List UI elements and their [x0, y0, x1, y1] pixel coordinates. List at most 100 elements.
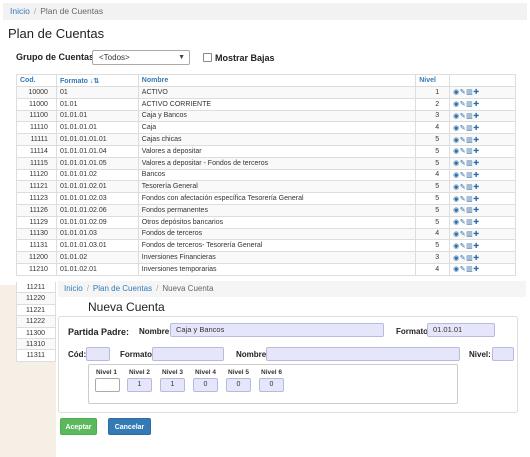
- formato-input[interactable]: [152, 347, 224, 361]
- table-row[interactable]: 11111 01.01.01.01.01 Cajas chicas 5 ◉✎▥✚: [16, 133, 516, 146]
- hidden-row-cod: 11310: [16, 338, 56, 351]
- cell-formato: 01.01.01.03: [55, 227, 139, 241]
- add-icon[interactable]: ✚: [473, 207, 479, 214]
- hidden-row-cod: 11220: [16, 293, 56, 305]
- accept-button[interactable]: Aceptar: [60, 418, 97, 435]
- view-icon[interactable]: ◉: [453, 89, 460, 96]
- view-icon[interactable]: ◉: [453, 266, 460, 273]
- column-header-formato[interactable]: Formato ↓⇅: [55, 74, 139, 87]
- row-actions: ◉✎▥✚: [453, 184, 479, 191]
- table-row[interactable]: 11123 01.01.01.02.03 Fondos con afectación…: [16, 192, 516, 205]
- add-icon[interactable]: ✚: [473, 160, 479, 167]
- cell-formato: 01.01.01.01.01: [55, 133, 139, 146]
- breadcrumb-separator: /: [33, 6, 37, 16]
- view-icon[interactable]: ◉: [453, 196, 460, 203]
- cell-nivel: 5: [415, 203, 451, 217]
- cell-nombre: Otros depósitos bancarios: [137, 215, 417, 229]
- nivel-input[interactable]: [492, 347, 514, 361]
- cod-input[interactable]: [86, 347, 110, 361]
- add-icon[interactable]: ✚: [473, 148, 479, 155]
- add-icon[interactable]: ✚: [473, 113, 479, 120]
- table-row[interactable]: 11210 01.01.02.01 Inversiones temporarias 4…: [16, 262, 516, 276]
- table-row[interactable]: 11110 01.01.01.01 Caja 4 ◉✎▥✚: [16, 121, 516, 135]
- view-icon[interactable]: ◉: [453, 101, 460, 108]
- table-row[interactable]: 11120 01.01.01.02 Bancos 4 ◉✎▥✚: [16, 168, 516, 182]
- table-row[interactable]: 11115 01.01.01.01.05 Valores a depositar -…: [16, 156, 516, 170]
- table-row[interactable]: 11121 01.01.01.02.01 Tesorería General 5 ◉✎▥…: [16, 180, 516, 194]
- add-icon[interactable]: ✚: [473, 255, 479, 262]
- table-row[interactable]: 11130 01.01.01.03 Fondos de terceros 4 ◉✎▥✚: [16, 227, 516, 241]
- view-icon[interactable]: ◉: [453, 160, 460, 167]
- view-icon[interactable]: ◉: [453, 255, 460, 262]
- row-actions: ◉✎▥✚: [453, 137, 479, 144]
- view-icon[interactable]: ◉: [453, 219, 460, 226]
- add-icon[interactable]: ✚: [473, 243, 479, 250]
- row-actions: ◉✎▥✚: [453, 101, 479, 108]
- view-icon[interactable]: ◉: [453, 113, 460, 120]
- cell-nivel: 5: [415, 156, 451, 170]
- table-header-row: Cod. Formato ↓⇅ Nombre Nivel: [16, 74, 516, 87]
- cell-cod: 11126: [16, 203, 57, 217]
- level-6-input[interactable]: 0: [259, 378, 284, 392]
- view-icon[interactable]: ◉: [453, 243, 460, 250]
- breadcrumb-current: Plan de Cuentas: [40, 6, 104, 16]
- cell-nivel: 5: [415, 180, 451, 194]
- add-icon[interactable]: ✚: [473, 219, 479, 226]
- row-actions: ◉✎▥✚: [453, 172, 479, 179]
- view-icon[interactable]: ◉: [453, 207, 460, 214]
- level-4-input[interactable]: 0: [193, 378, 218, 392]
- level-3-label: Nivel 3: [162, 369, 183, 376]
- nombre-input[interactable]: [266, 347, 460, 361]
- view-icon[interactable]: ◉: [453, 231, 460, 238]
- show-inactive-checkbox[interactable]: [203, 53, 212, 62]
- form-breadcrumb-home-link[interactable]: Inicio: [64, 284, 83, 293]
- level-1-input[interactable]: [95, 378, 120, 392]
- breadcrumb-home-link[interactable]: Inicio: [10, 6, 30, 16]
- group-filter-label: Grupo de Cuentas:: [16, 52, 98, 62]
- view-icon[interactable]: ◉: [453, 148, 460, 155]
- view-icon[interactable]: ◉: [453, 125, 460, 132]
- cell-nivel: 4: [415, 121, 451, 135]
- sort-numeric-icon[interactable]: ↓⇅: [90, 78, 99, 85]
- column-header-nivel[interactable]: Nivel: [415, 74, 451, 87]
- table-row[interactable]: 11131 01.01.01.03.01 Fondos de terceros- T…: [16, 239, 516, 253]
- table-row[interactable]: 11114 01.01.01.01.04 Valores a depositar 5 ◉…: [16, 144, 516, 158]
- table-row[interactable]: 10000 01 ACTIVO 1 ◉✎▥✚: [16, 86, 516, 99]
- row-actions: ◉✎▥✚: [453, 196, 479, 203]
- column-header-nombre[interactable]: Nombre: [137, 74, 417, 87]
- parent-nombre-field[interactable]: Caja y Bancos: [170, 323, 384, 337]
- table-row[interactable]: 11129 01.01.01.02.09 Otros depósitos banca…: [16, 215, 516, 229]
- column-header-cod[interactable]: Cod.: [16, 74, 57, 87]
- add-icon[interactable]: ✚: [473, 266, 479, 273]
- cell-cod: 11110: [16, 121, 57, 135]
- cell-nivel: 5: [415, 215, 451, 229]
- view-icon[interactable]: ◉: [453, 184, 460, 191]
- cell-cod: 11131: [16, 239, 57, 253]
- add-icon[interactable]: ✚: [473, 89, 479, 96]
- cell-formato: 01.01.01.02.01: [55, 180, 139, 194]
- add-icon[interactable]: ✚: [473, 184, 479, 191]
- row-actions: ◉✎▥✚: [453, 160, 479, 167]
- add-icon[interactable]: ✚: [473, 172, 479, 179]
- view-icon[interactable]: ◉: [453, 172, 460, 179]
- table-row[interactable]: 11000 01.01 ACTIVO CORRIENTE 2 ◉✎▥✚: [16, 97, 516, 111]
- level-5-input[interactable]: 0: [226, 378, 251, 392]
- parent-formato-field[interactable]: 01.01.01: [427, 323, 495, 337]
- cancel-button[interactable]: Cancelar: [108, 418, 151, 435]
- add-icon[interactable]: ✚: [473, 125, 479, 132]
- add-icon[interactable]: ✚: [473, 231, 479, 238]
- form-breadcrumb-parent-link[interactable]: Plan de Cuentas: [93, 284, 152, 293]
- table-row[interactable]: 11100 01.01.01 Caja y Bancos 3 ◉✎▥✚: [16, 109, 516, 123]
- cell-cod: 11100: [16, 109, 57, 123]
- level-2-input[interactable]: 1: [127, 378, 152, 392]
- show-inactive-label: Mostrar Bajas: [215, 53, 275, 63]
- add-icon[interactable]: ✚: [473, 137, 479, 144]
- table-row[interactable]: 11126 01.01.01.02.06 Fondos permanentes 5 ◉✎…: [16, 203, 516, 217]
- hidden-row-cod: 11211: [16, 282, 56, 294]
- view-icon[interactable]: ◉: [453, 137, 460, 144]
- level-3-input[interactable]: 1: [160, 378, 185, 392]
- add-icon[interactable]: ✚: [473, 101, 479, 108]
- table-row[interactable]: 11200 01.01.02 Inversiones Financieras 3 ◉✎▥…: [16, 251, 516, 264]
- add-icon[interactable]: ✚: [473, 196, 479, 203]
- group-filter-select[interactable]: <Todos> ▼: [92, 50, 190, 65]
